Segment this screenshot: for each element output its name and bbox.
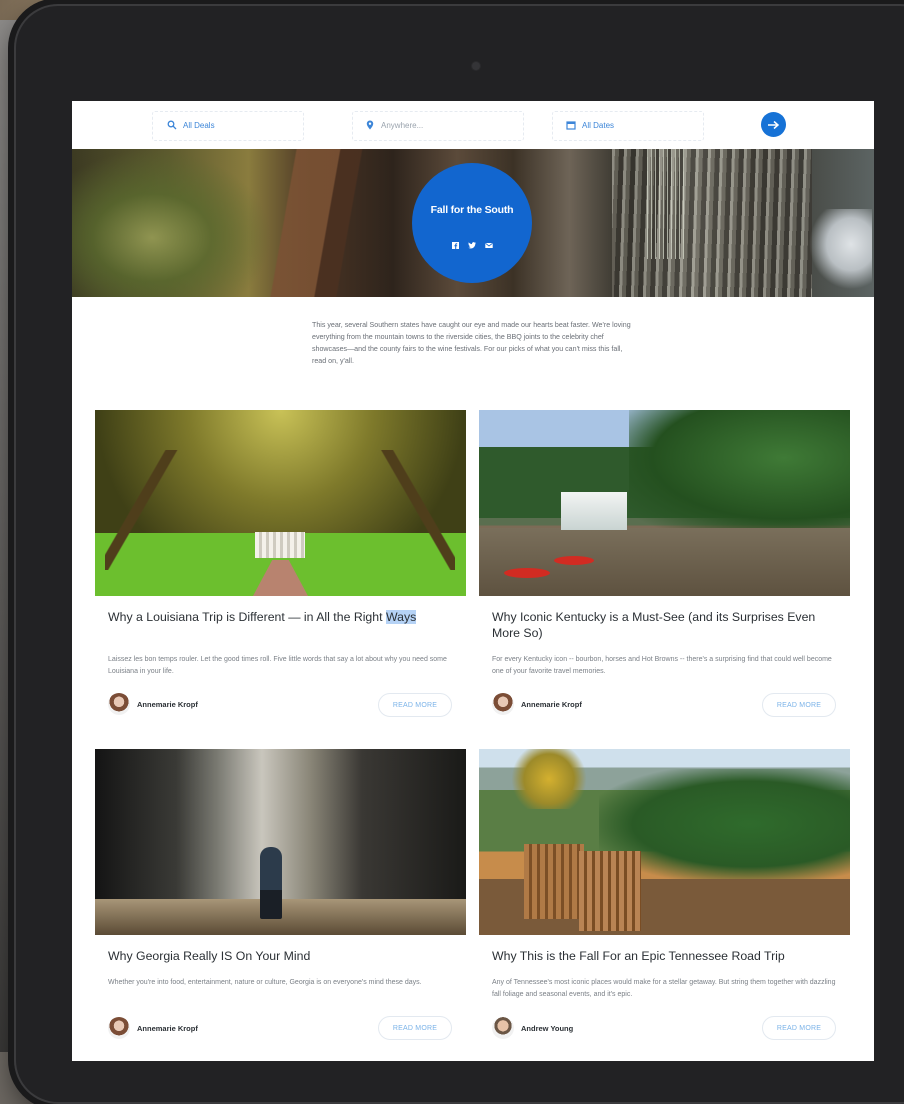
map-pin-icon: [366, 120, 374, 130]
article-title[interactable]: Why Iconic Kentucky is a Must-See (and i…: [492, 609, 837, 641]
deals-filter[interactable]: All Deals: [167, 113, 215, 137]
article-title[interactable]: Why a Louisiana Trip is Different — in A…: [108, 609, 453, 625]
dates-label: All Dates: [582, 120, 615, 130]
deals-label: All Deals: [183, 120, 215, 130]
article-card-georgia[interactable]: Why Georgia Really IS On Your Mind Wheth…: [95, 749, 466, 1049]
avatar: [108, 1017, 130, 1039]
avatar: [492, 1017, 514, 1039]
article-excerpt: Any of Tennessee's most iconic places wo…: [492, 979, 836, 998]
hero-title: Fall for the South: [430, 203, 514, 216]
email-icon[interactable]: [484, 242, 493, 249]
read-more-button[interactable]: READ MORE: [378, 1016, 452, 1040]
avatar: [492, 693, 514, 715]
calendar-icon: [566, 121, 576, 130]
image-detail: [579, 851, 641, 931]
image-detail: [260, 847, 282, 919]
hero-share-links: [451, 241, 493, 249]
image-detail: [561, 492, 627, 530]
arrow-right-icon: [768, 120, 780, 129]
author-name[interactable]: Annemarie Kropf: [137, 700, 198, 709]
article-excerpt: Whether you're into food, entertainment,…: [108, 979, 422, 986]
author-name[interactable]: Andrew Young: [521, 1024, 573, 1033]
facebook-icon[interactable]: [451, 241, 459, 249]
image-detail: [255, 532, 305, 558]
author-name[interactable]: Annemarie Kropf: [521, 700, 582, 709]
image-detail: [554, 556, 594, 565]
image-detail: [629, 410, 850, 530]
hero-title-badge: Fall for the South: [412, 163, 532, 283]
hero-bark: [612, 149, 812, 297]
location-placeholder: Anywhere...: [381, 120, 424, 130]
article-excerpt: Laissez les bon temps rouler. Let the go…: [108, 656, 447, 675]
article-title[interactable]: Why This is the Fall For an Epic Tenness…: [492, 948, 837, 964]
article-image[interactable]: [95, 749, 466, 935]
article-title-highlight[interactable]: Ways: [385, 610, 417, 624]
intro-paragraph: This year, several Southern states have …: [312, 321, 631, 365]
dates-filter[interactable]: All Dates: [566, 113, 614, 137]
image-detail: [375, 450, 455, 570]
read-more-button[interactable]: READ MORE: [762, 693, 836, 717]
tablet-screen: All Deals Anywhere... All Dates Fall for…: [72, 101, 874, 1061]
avatar: [108, 693, 130, 715]
location-input[interactable]: Anywhere...: [365, 113, 423, 137]
article-excerpt: For every Kentucky icon -- bourbon, hors…: [492, 656, 832, 675]
read-more-button[interactable]: READ MORE: [762, 1016, 836, 1040]
image-detail: [504, 568, 550, 578]
article-image[interactable]: [95, 410, 466, 596]
hero-foliage: [72, 149, 272, 297]
image-detail: [524, 844, 584, 919]
image-detail: [509, 749, 589, 809]
search-submit-button[interactable]: [761, 112, 786, 137]
article-image[interactable]: [479, 749, 850, 935]
hero-tree: [252, 149, 372, 297]
article-card-kentucky[interactable]: Why Iconic Kentucky is a Must-See (and i…: [479, 410, 850, 720]
hero-moss: [647, 149, 687, 259]
article-card-tennessee[interactable]: Why This is the Fall For an Epic Tenness…: [479, 749, 850, 1049]
twitter-icon[interactable]: [467, 241, 476, 249]
hero-heron: [802, 209, 872, 297]
article-title[interactable]: Why Georgia Really IS On Your Mind: [108, 948, 453, 964]
search-icon: [167, 120, 177, 130]
article-title-text[interactable]: Why a Louisiana Trip is Different — in A…: [108, 610, 383, 624]
author-name[interactable]: Annemarie Kropf: [137, 1024, 198, 1033]
search-bar: All Deals Anywhere... All Dates: [72, 101, 874, 150]
article-image[interactable]: [479, 410, 850, 596]
image-detail: [479, 528, 850, 596]
image-detail: [105, 450, 185, 570]
read-more-button[interactable]: READ MORE: [378, 693, 452, 717]
tablet-camera: [472, 62, 480, 70]
article-card-louisiana[interactable]: Why a Louisiana Trip is Different — in A…: [95, 410, 466, 720]
image-detail: [253, 560, 308, 596]
